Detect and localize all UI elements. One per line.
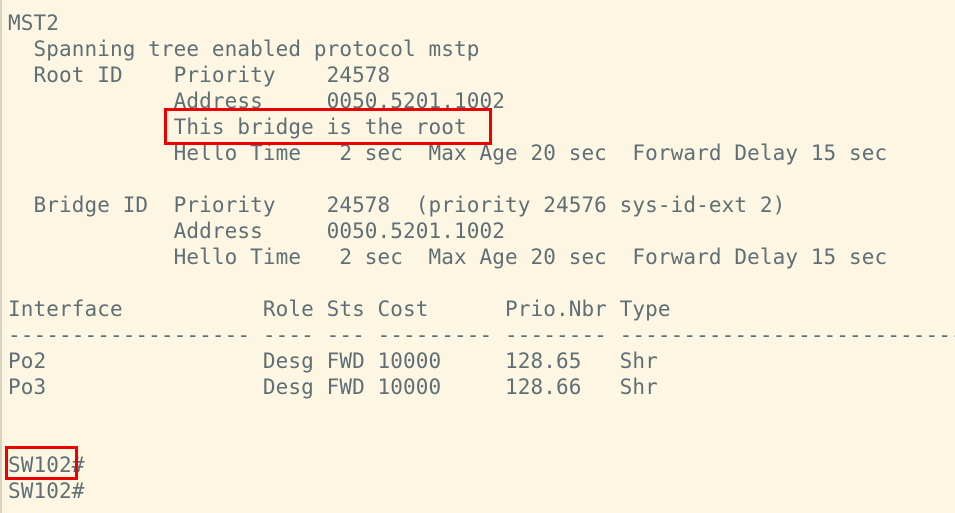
bridge-id-address-line: Address 0050.5201.1002 xyxy=(8,219,505,243)
root-hello-time-line: Hello Time 2 sec Max Age 20 sec Forward … xyxy=(8,141,888,165)
mst-instance-header: MST2 xyxy=(8,11,59,35)
bridge-hello-time-line: Hello Time 2 sec Max Age 20 sec Forward … xyxy=(8,245,888,269)
root-bridge-status-line: This bridge is the root xyxy=(8,115,467,139)
bridge-id-priority-line: Bridge ID Priority 24578 (priority 24576… xyxy=(8,193,786,217)
cli-prompt-active[interactable]: SW102# xyxy=(8,478,955,504)
interface-row-po2: Po2 Desg FWD 10000 128.65 Shr xyxy=(8,349,658,373)
cli-prompt: SW102# xyxy=(8,453,85,477)
protocol-line: Spanning tree enabled protocol mstp xyxy=(8,37,480,61)
interface-table-header: Interface Role Sts Cost Prio.Nbr Type xyxy=(8,297,671,321)
terminal-output: MST2 Spanning tree enabled protocol mstp… xyxy=(8,10,955,504)
root-id-address-line: Address 0050.5201.1002 xyxy=(8,89,505,113)
root-id-priority-line: Root ID Priority 24578 xyxy=(8,63,391,87)
interface-row-po3: Po3 Desg FWD 10000 128.66 Shr xyxy=(8,375,658,399)
interface-table-divider: ------------------- ---- --- --------- -… xyxy=(8,323,955,347)
terminal-window[interactable]: MST2 Spanning tree enabled protocol mstp… xyxy=(0,0,955,513)
